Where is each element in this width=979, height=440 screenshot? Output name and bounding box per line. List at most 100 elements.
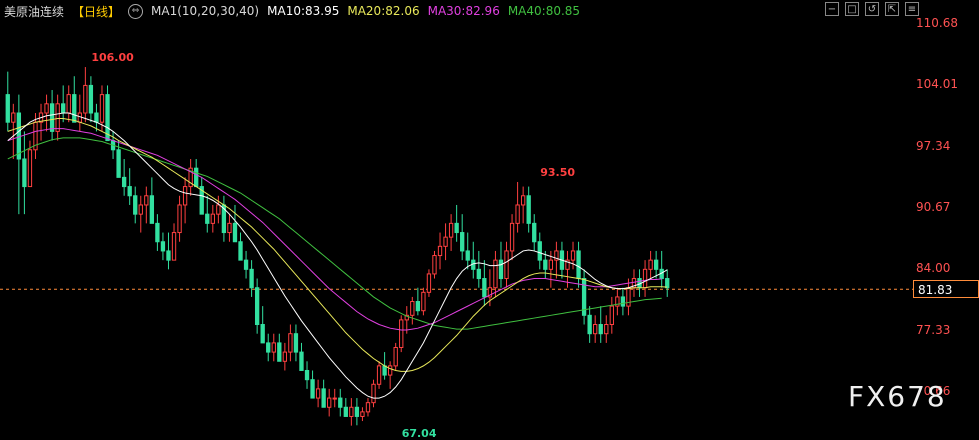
candle (609, 296, 614, 334)
candle (61, 85, 66, 123)
candle-body (648, 259, 653, 270)
candle (349, 398, 354, 426)
candle (83, 67, 88, 123)
candle-body (448, 222, 454, 238)
candle-body (593, 324, 598, 335)
candle-body (537, 241, 542, 261)
candle-body (454, 222, 459, 234)
candle (304, 361, 310, 389)
candle (144, 186, 149, 224)
candle (399, 315, 404, 353)
price-annotation: 67.04 (401, 427, 437, 440)
candle-body (543, 259, 548, 270)
candle (631, 269, 637, 297)
candle-body (509, 222, 515, 252)
candle (376, 361, 382, 389)
candle-body (77, 112, 82, 123)
candle (288, 324, 293, 362)
candle-body (437, 245, 443, 257)
candle (365, 398, 371, 417)
candle (587, 306, 592, 343)
candle-body (44, 103, 49, 114)
candle (437, 232, 443, 270)
candle (293, 324, 299, 362)
candle-body (598, 324, 603, 335)
candle-body (426, 273, 432, 293)
candle (454, 204, 459, 242)
candle (116, 140, 121, 178)
candle-body (83, 84, 88, 114)
candle-body (293, 333, 299, 353)
candle (205, 195, 210, 233)
y-tick-label: 84.00 (916, 261, 951, 276)
candle (260, 306, 265, 344)
candle (299, 342, 304, 371)
candle (509, 214, 515, 261)
candle-body (642, 268, 648, 289)
candle (155, 214, 160, 251)
candle-body (299, 351, 304, 371)
candle (642, 260, 648, 297)
candle-body (399, 319, 404, 348)
candle (249, 260, 254, 297)
candle-body (604, 324, 609, 335)
candle-body (49, 103, 55, 132)
candle (149, 177, 155, 224)
candle (615, 287, 620, 316)
candle-body (121, 176, 127, 188)
candle (66, 85, 71, 123)
candle (188, 158, 193, 196)
candle (576, 241, 581, 288)
candle (443, 223, 448, 261)
candle-body (171, 232, 177, 261)
candle-body (460, 232, 465, 252)
candle (127, 168, 132, 205)
price-annotation: 93.50 (540, 165, 576, 179)
candle (554, 241, 559, 279)
candle-body (626, 287, 631, 307)
candle-body (282, 351, 288, 362)
candle-body (532, 222, 537, 243)
y-tick-label: 104.01 (916, 77, 958, 92)
candle (327, 388, 332, 417)
candle-body (415, 301, 421, 312)
candle-body (520, 195, 526, 206)
candle (133, 186, 138, 224)
candle-body (127, 186, 132, 197)
candlestick-chart[interactable] (0, 0, 979, 433)
candle (387, 361, 393, 389)
candle (659, 250, 664, 288)
y-tick-label: 110.68 (916, 16, 958, 30)
candle-body (22, 158, 27, 188)
candle (371, 379, 376, 408)
candle-body (266, 342, 271, 353)
candle (570, 241, 576, 270)
y-tick-label: 97.34 (916, 138, 951, 153)
candle-body (238, 241, 243, 261)
candle-body (288, 333, 293, 353)
candle-body (332, 397, 337, 400)
candle-body (177, 204, 182, 234)
candle (354, 398, 360, 426)
candle-body (443, 236, 448, 247)
candle (182, 177, 188, 224)
candle (44, 94, 49, 132)
candle (604, 315, 609, 343)
candle-body (11, 112, 16, 123)
candle (94, 103, 99, 132)
candle-body (66, 94, 71, 114)
candle (515, 181, 520, 233)
candle-body (194, 167, 199, 188)
candle-body (376, 365, 382, 385)
candle-body (526, 195, 531, 224)
candle-body (227, 222, 232, 234)
candle-body (16, 112, 22, 160)
candle (343, 398, 348, 417)
ma20-line (7, 118, 668, 372)
candle (476, 250, 481, 288)
candle (22, 131, 27, 215)
candle (210, 204, 215, 233)
candle-body (321, 388, 326, 408)
candle-body (315, 388, 321, 399)
candle-body (277, 342, 282, 362)
